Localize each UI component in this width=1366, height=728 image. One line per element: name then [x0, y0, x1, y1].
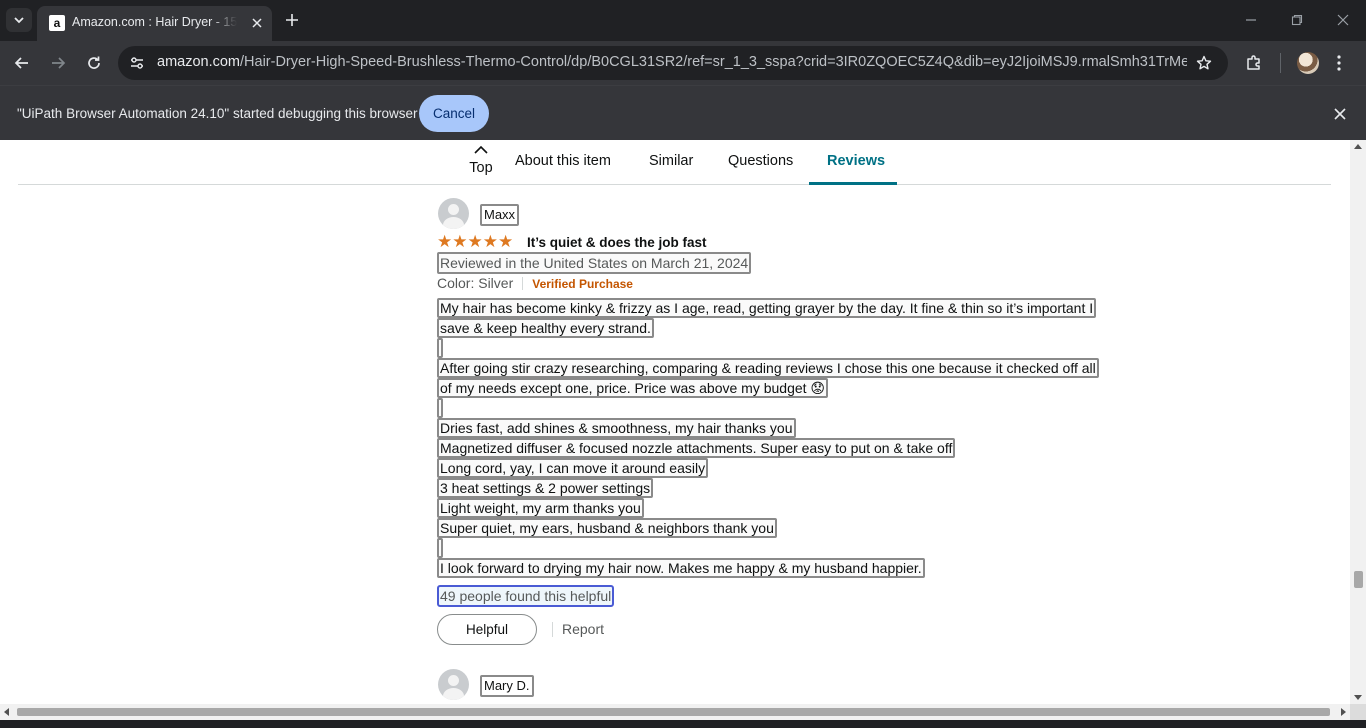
review-text-line: My hair has become kinky & frizzy as I a…: [437, 298, 1097, 318]
reviewer-name[interactable]: Mary D.: [480, 675, 534, 697]
tune-icon: [131, 57, 143, 69]
scroll-left-arrow-icon[interactable]: [4, 708, 9, 716]
arrow-right-icon: [52, 57, 66, 69]
tab-title: Amazon.com : Hair Dryer - 1500W: [72, 15, 237, 33]
reload-icon: [88, 56, 100, 69]
browser-toolbar: amazon.com/Hair-Dryer-High-Speed-Brushle…: [0, 41, 1366, 85]
toolbar-divider: [1280, 53, 1281, 73]
infobar-message: "UiPath Browser Automation 24.10" starte…: [17, 106, 418, 121]
new-tab-button[interactable]: [281, 9, 303, 31]
review-text-line: [437, 538, 443, 558]
arrow-left-icon: [14, 57, 28, 69]
review-text-line: [437, 398, 443, 418]
close-icon: [1334, 108, 1346, 120]
minimize-button[interactable]: [1237, 8, 1265, 32]
extensions-button[interactable]: [1241, 51, 1267, 75]
plus-icon: [286, 14, 298, 26]
review-text-line: Long cord, yay, I can move it around eas…: [437, 458, 709, 478]
nav-top-link[interactable]: Top: [462, 142, 500, 182]
review-date: Reviewed in the United States on March 2…: [437, 252, 752, 274]
chevron-down-icon: [14, 17, 24, 24]
vertical-scroll-thumb[interactable]: [1354, 571, 1363, 588]
review-text-line: save & keep healthy every strand.: [437, 318, 654, 338]
review-text-line: Super quiet, my ears, husband & neighbor…: [437, 518, 777, 538]
restore-icon: [1291, 14, 1303, 26]
menu-button[interactable]: [1326, 51, 1352, 75]
page-viewport: Top About this item Similar Questions Re…: [0, 140, 1350, 704]
tab-strip: a Amazon.com : Hair Dryer - 1500W: [0, 0, 1366, 41]
review-card: Mary D.: [437, 669, 1137, 704]
review-text-line: Light weight, my arm thanks you: [437, 498, 644, 518]
more-vertical-icon: [1337, 55, 1341, 71]
star-outline-icon: [1196, 55, 1212, 70]
review-text-line: Dries fast, add shines & smoothness, my …: [437, 418, 796, 438]
scrollbar-corner: [1350, 704, 1366, 720]
close-icon: [252, 18, 262, 28]
url-host: amazon.com: [157, 54, 241, 70]
vertical-scrollbar[interactable]: [1350, 140, 1366, 704]
bookmark-button[interactable]: [1193, 52, 1215, 74]
nav-item-similar[interactable]: Similar: [649, 153, 693, 169]
chevron-up-icon: [474, 145, 488, 154]
avatar: [438, 669, 469, 700]
window-bottom-edge: [0, 720, 1366, 728]
close-icon: [1337, 14, 1349, 26]
scroll-down-arrow-icon[interactable]: [1354, 695, 1362, 700]
forward-button[interactable]: [45, 51, 71, 75]
profile-avatar-button[interactable]: [1297, 52, 1319, 74]
active-tab[interactable]: a Amazon.com : Hair Dryer - 1500W: [37, 6, 272, 41]
active-nav-underline: [809, 182, 897, 185]
review-meta: Color: Silver Verified Purchase: [437, 274, 633, 294]
action-divider: [552, 622, 553, 637]
address-bar[interactable]: amazon.com/Hair-Dryer-High-Speed-Brushle…: [118, 46, 1228, 80]
review-text-line: After going stir crazy researching, comp…: [437, 358, 1099, 378]
nav-top-label: Top: [469, 160, 493, 176]
review-card: Maxx ★★★★★ It’s quiet & does the job fas…: [437, 198, 1137, 704]
review-text-line: 3 heat settings & 2 power settings: [437, 478, 654, 498]
helpful-button[interactable]: Helpful: [437, 614, 537, 645]
reviewer-name[interactable]: Maxx: [480, 204, 520, 226]
site-info-button[interactable]: [126, 52, 148, 74]
url-text[interactable]: amazon.com/Hair-Dryer-High-Speed-Brushle…: [157, 54, 1187, 72]
back-button[interactable]: [9, 51, 35, 75]
review-text-line: Magnetized diffuser & focused nozzle att…: [437, 438, 956, 458]
scroll-up-arrow-icon[interactable]: [1354, 144, 1362, 149]
nav-item-reviews[interactable]: Reviews: [827, 153, 885, 169]
product-section-nav: Top About this item Similar Questions Re…: [18, 140, 1331, 185]
reload-button[interactable]: [81, 51, 107, 75]
cancel-debugging-button[interactable]: Cancel: [419, 95, 489, 132]
horizontal-scrollbar[interactable]: [0, 704, 1350, 720]
minimize-icon: [1246, 19, 1256, 21]
review-text-line: I look forward to drying my hair now. Ma…: [437, 558, 925, 578]
puzzle-icon: [1247, 55, 1260, 70]
scroll-right-arrow-icon[interactable]: [1341, 708, 1346, 716]
window-close-button[interactable]: [1329, 8, 1357, 32]
star-rating-icon[interactable]: ★★★★★: [437, 232, 513, 252]
verified-purchase-badge[interactable]: Verified Purchase: [532, 277, 633, 291]
report-link[interactable]: Report: [562, 621, 604, 637]
url-path: /Hair-Dryer-High-Speed-Brushless-Thermo-…: [240, 54, 1187, 70]
nav-item-questions[interactable]: Questions: [728, 153, 793, 169]
color-variant[interactable]: Color: Silver: [437, 275, 513, 291]
infobar-close-button[interactable]: [1329, 103, 1351, 125]
tab-close-button[interactable]: [247, 13, 267, 33]
review-title[interactable]: It’s quiet & does the job fast: [527, 234, 707, 252]
review-text-line: of my needs except one, price. Price was…: [437, 378, 829, 398]
meta-divider: [522, 277, 524, 290]
restore-button[interactable]: [1283, 8, 1311, 32]
helpful-count: 49 people found this helpful: [437, 585, 615, 607]
tab-search-button[interactable]: [6, 8, 32, 32]
amazon-favicon-icon: a: [49, 15, 65, 31]
horizontal-scroll-thumb[interactable]: [17, 708, 1330, 716]
review-text-line: [437, 338, 443, 358]
debugging-infobar: "UiPath Browser Automation 24.10" starte…: [0, 85, 1366, 140]
avatar: [438, 198, 469, 229]
nav-item-about[interactable]: About this item: [515, 153, 611, 169]
